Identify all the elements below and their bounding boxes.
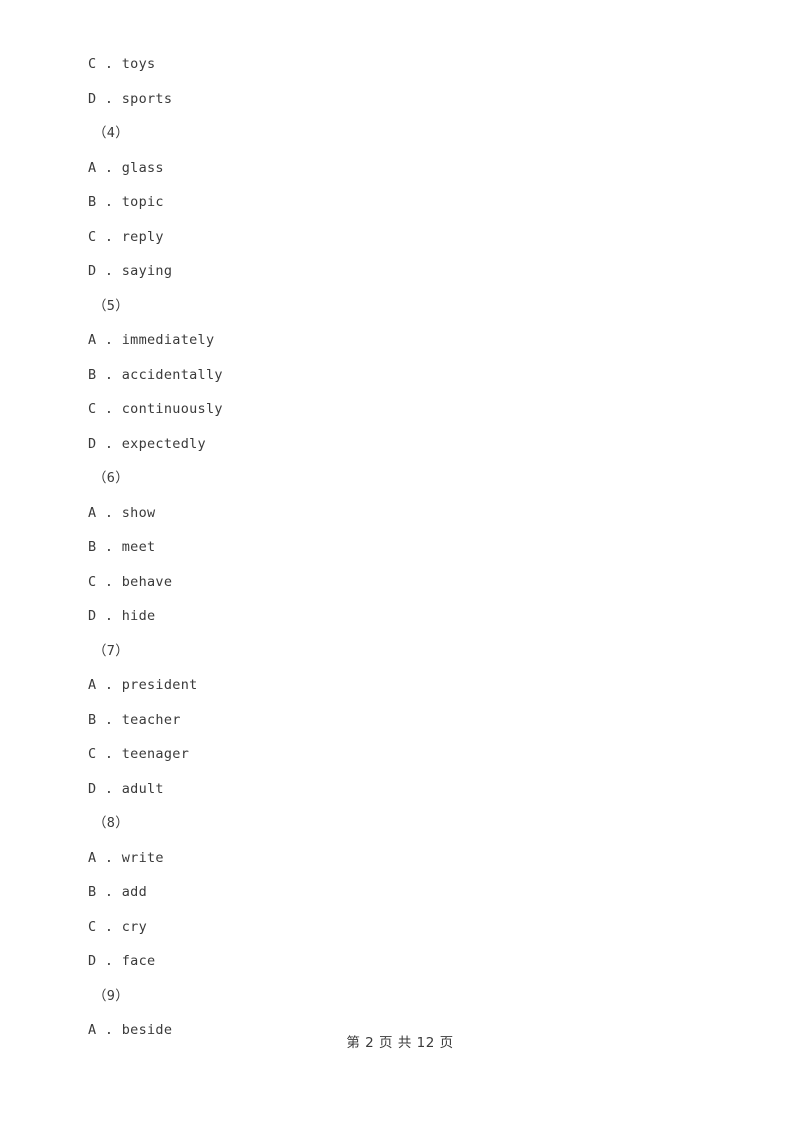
question-number: （8）	[93, 815, 130, 831]
answer-option: C . behave	[88, 573, 173, 590]
answer-option: B . add	[88, 884, 147, 900]
answer-option: A . show	[88, 504, 156, 521]
answer-option: B . accidentally	[88, 366, 223, 383]
question-number: （7）	[93, 642, 130, 659]
answer-option: D . hide	[88, 608, 156, 624]
answer-option: C . reply	[88, 228, 164, 245]
question-options-list: C . toys D . sports （4） A . glass B . topic C…	[88, 47, 688, 1048]
question-number: （6）	[93, 470, 130, 486]
answer-option: A . glass	[88, 159, 164, 176]
answer-option: A . immediately	[88, 332, 215, 348]
answer-option: D . saying	[88, 263, 173, 279]
answer-option: D . expectedly	[88, 435, 206, 452]
document-page: C . toys D . sports （4） A . glass B . topic C…	[0, 0, 800, 1132]
answer-option: B . meet	[88, 539, 156, 555]
question-number: （5）	[93, 297, 130, 314]
page-footer: 第 2 页 共 12 页	[346, 1035, 454, 1051]
question-number: （9）	[93, 987, 130, 1004]
answer-option: A . president	[88, 677, 198, 693]
answer-option: B . teacher	[88, 711, 181, 728]
answer-option: C . cry	[88, 918, 147, 935]
answer-option: C . teenager	[88, 746, 190, 762]
answer-option: D . adult	[88, 780, 164, 797]
answer-option: C . toys	[88, 56, 156, 72]
answer-option: C . continuously	[88, 401, 223, 417]
question-number: （4）	[93, 125, 130, 141]
answer-option: A . write	[88, 849, 164, 866]
answer-option: D . face	[88, 953, 156, 969]
answer-option: B . topic	[88, 194, 164, 210]
answer-option: D . sports	[88, 90, 173, 107]
